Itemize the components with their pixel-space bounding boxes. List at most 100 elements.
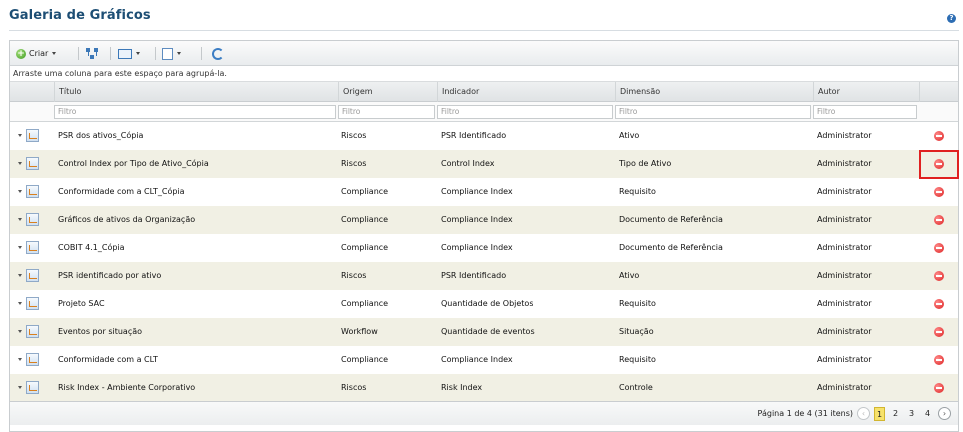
expand-arrow-icon[interactable] [18,274,22,277]
row-title[interactable]: Eventos por situação [58,318,338,346]
table-row[interactable]: Gráficos de ativos da Organização Compli… [10,206,958,234]
expand-arrow-icon[interactable] [18,302,22,305]
delete-icon[interactable] [934,131,944,141]
expand-arrow-icon[interactable] [18,190,22,193]
expand-arrow-icon[interactable] [18,218,22,221]
row-origin: Riscos [341,383,367,392]
column-header-expand [10,82,54,102]
column-headers: Título Origem Indicador Dimensão Autor [10,82,958,102]
row-title[interactable]: Projeto SAC [58,290,338,318]
delete-icon[interactable] [934,271,944,281]
column-header-author[interactable]: Autor [813,82,919,102]
origin-filter-input[interactable]: Filtro [338,105,435,119]
row-indicator: Quantidade de Objetos [441,299,534,308]
row-author: Administrator [817,271,872,280]
row-dimension: Requisito [619,187,656,196]
filter-row: Filtro Filtro Filtro Filtro Filtro [10,102,958,122]
toolbar-separator [110,47,111,60]
indicator-filter-input[interactable]: Filtro [437,105,613,119]
expand-arrow-icon[interactable] [18,386,22,389]
row-title[interactable]: Control Index por Tipo de Ativo_Cópia [58,150,338,178]
row-dimension: Situação [619,327,654,336]
charts-grid: + Criar Arraste uma coluna para este esp… [9,40,959,432]
row-origin: Workflow [341,327,378,336]
page-1-button[interactable]: 1 [874,407,885,421]
column-header-origin[interactable]: Origem [338,82,437,102]
delete-icon[interactable] [934,327,944,337]
expand-arrow-icon[interactable] [18,358,22,361]
row-dimension: Requisito [619,355,656,364]
export-button[interactable] [162,46,181,61]
create-button[interactable]: + Criar [16,46,57,61]
row-dimension: Requisito [619,299,656,308]
create-button-label: Criar [29,49,49,58]
table-row[interactable]: Eventos por situação Workflow Quantidade… [10,318,958,346]
row-origin: Compliance [341,215,389,224]
row-title[interactable]: Conformidade com a CLT [58,346,338,374]
row-title[interactable]: PSR identificado por ativo [58,262,338,290]
row-title[interactable]: COBIT 4.1_Cópia [58,234,338,262]
row-indicator: Compliance Index [441,243,513,252]
title-filter-input[interactable]: Filtro [54,105,336,119]
help-icon[interactable]: ? [947,14,956,23]
table-row[interactable]: Projeto SAC Compliance Quantidade de Obj… [10,290,958,318]
row-origin: Compliance [341,299,389,308]
tree-view-button[interactable] [86,46,99,61]
delete-icon[interactable] [934,299,944,309]
row-title[interactable]: PSR dos ativos_Cópia [58,122,338,150]
row-indicator: Compliance Index [441,215,513,224]
table-row[interactable]: COBIT 4.1_Cópia Compliance Compliance In… [10,234,958,262]
pager-summary: Página 1 de 4 (31 itens) [757,409,853,418]
expand-arrow-icon[interactable] [18,246,22,249]
row-title[interactable]: Gráficos de ativos da Organização [58,206,338,234]
row-author: Administrator [817,383,872,392]
delete-icon[interactable] [934,383,944,393]
row-origin: Riscos [341,159,367,168]
row-author: Administrator [817,215,872,224]
chart-icon [26,297,39,310]
delete-icon[interactable] [934,355,944,365]
row-author: Administrator [817,299,872,308]
row-title[interactable]: Risk Index - Ambiente Corporativo [58,374,338,402]
page-2-button[interactable]: 2 [890,407,901,421]
table-row[interactable]: Conformidade com a CLT_Cópia Compliance … [10,178,958,206]
chart-icon [26,129,39,142]
row-title[interactable]: Conformidade com a CLT_Cópia [58,178,338,206]
row-dimension: Documento de Referência [619,243,723,252]
column-header-indicator[interactable]: Indicador [437,82,615,102]
table-row[interactable]: PSR dos ativos_Cópia Riscos PSR Identifi… [10,122,958,150]
table-row[interactable]: PSR identificado por ativo Riscos PSR Id… [10,262,958,290]
page-3-button[interactable]: 3 [906,407,917,421]
refresh-button[interactable] [212,46,224,61]
column-header-actions [919,82,958,102]
row-indicator: PSR Identificado [441,271,507,280]
column-header-dimension[interactable]: Dimensão [615,82,813,102]
row-indicator: Risk Index [441,383,483,392]
layout-button[interactable] [118,46,140,61]
group-by-area[interactable]: Arraste uma coluna para este espaço para… [10,66,958,82]
expand-arrow-icon[interactable] [18,162,22,165]
table-row[interactable]: Risk Index - Ambiente Corporativo Riscos… [10,374,958,402]
author-filter-input[interactable]: Filtro [813,105,917,119]
delete-icon[interactable] [934,187,944,197]
prev-page-icon[interactable]: ‹ [857,407,870,420]
row-origin: Riscos [341,131,367,140]
row-author: Administrator [817,243,872,252]
page-4-button[interactable]: 4 [922,407,933,421]
row-origin: Compliance [341,187,389,196]
column-header-title[interactable]: Título [54,82,338,102]
expand-arrow-icon[interactable] [18,330,22,333]
next-page-icon[interactable]: › [938,407,951,420]
delete-icon[interactable] [934,215,944,225]
page-header: Galeria de Gráficos ? [9,8,959,30]
table-row[interactable]: Control Index por Tipo de Ativo_Cópia Ri… [10,150,958,178]
delete-icon[interactable] [934,243,944,253]
expand-arrow-icon[interactable] [18,134,22,137]
row-dimension: Ativo [619,131,640,140]
table-row[interactable]: Conformidade com a CLT Compliance Compli… [10,346,958,374]
chart-icon [26,381,39,394]
dimension-filter-input[interactable]: Filtro [615,105,811,119]
row-indicator: Control Index [441,159,495,168]
chevron-down-icon [136,52,140,55]
refresh-icon [212,47,224,60]
